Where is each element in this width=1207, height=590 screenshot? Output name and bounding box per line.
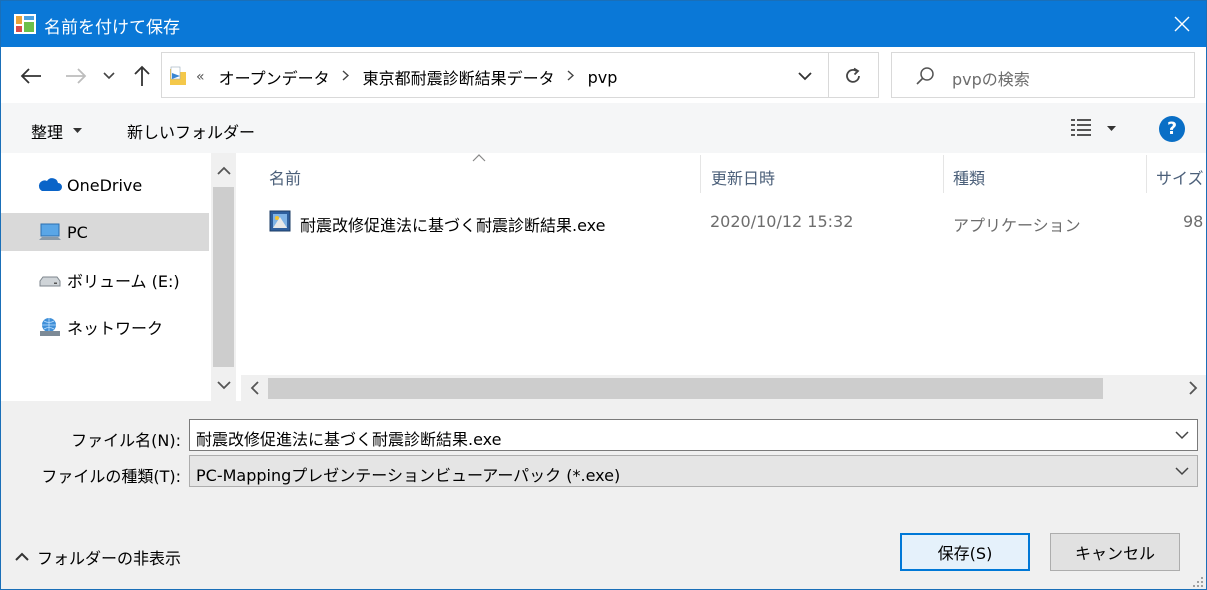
caret-down-icon [1107,126,1116,131]
address-bar[interactable]: « オープンデータ 東京都耐震診断結果データ pvp [161,52,879,98]
column-header-modified[interactable]: 更新日時 [711,165,775,189]
filename-value: 耐震改修促進法に基づく耐震診断結果.exe [196,430,502,449]
network-icon [40,318,60,336]
breadcrumb-item[interactable]: オープンデータ [219,65,330,89]
nav-item-label: ボリューム (E:) [67,272,180,291]
file-list-scrollbar[interactable] [241,375,1206,401]
filetype-select[interactable]: PC-Mappingプレゼンテーションビューアーパック (*.exe) [189,455,1198,487]
chevron-right-icon[interactable] [567,69,574,85]
save-button[interactable]: 保存(S) [900,533,1030,571]
file-type: アプリケーション [953,216,1081,235]
filetype-label: ファイルの種類(T): [41,467,181,486]
refresh-icon [846,67,860,83]
column-divider[interactable] [943,155,944,193]
scroll-right-icon[interactable] [1185,379,1201,397]
file-modified: 2020/10/12 15:32 [710,212,854,231]
search-icon [916,67,934,85]
breadcrumb-item[interactable]: pvp [588,68,618,87]
caret-down-icon [73,128,83,133]
divider [828,53,829,97]
chevron-right-icon[interactable] [342,69,349,85]
file-list: 名前 更新日時 種類 サイズ 耐震改修促進法に基づく耐震診断結果.exe 202… [236,153,1206,401]
window-title: 名前を付けて保存 [44,18,180,38]
forward-button[interactable] [63,63,89,89]
save-as-dialog: 名前を付けて保存 « オープンデータ 東京都耐震診断結果データ pvp pvpの… [0,0,1207,590]
arrow-up-icon [134,65,150,86]
folder-icon [170,66,186,85]
chevron-down-icon [103,72,115,80]
nav-item-volume-e[interactable]: ボリューム (E:) [1,261,209,299]
cancel-button[interactable]: キャンセル [1050,533,1180,571]
computer-icon [39,223,61,240]
column-header-size[interactable]: サイズ [1156,165,1204,189]
file-size: 98 [1183,212,1204,231]
column-divider[interactable] [1146,155,1147,193]
scroll-up-icon[interactable] [215,163,233,179]
arrow-right-icon [66,68,87,84]
chevron-down-icon[interactable] [1174,428,1190,442]
recent-locations-button[interactable] [98,63,120,89]
organize-button[interactable]: 整理 [31,119,83,143]
nav-item-pc[interactable]: PC [1,213,209,251]
filename-input[interactable]: 耐震改修促進法に基づく耐震診断結果.exe [189,419,1198,451]
breadcrumb-item[interactable]: 東京都耐震診断結果データ [363,65,555,89]
close-icon [1174,16,1190,32]
help-icon[interactable]: ? [1159,116,1185,142]
hide-folders-button[interactable]: フォルダーの非表示 [15,545,181,569]
sort-ascending-icon [472,154,486,162]
nav-item-label: PC [67,222,88,242]
search-box[interactable]: pvpの検索 [891,52,1195,98]
refresh-button[interactable] [838,63,868,89]
nav-item-network[interactable]: ネットワーク [1,308,209,346]
up-button[interactable] [129,63,155,89]
scrollbar-thumb[interactable] [268,378,1103,399]
column-header-type[interactable]: 種類 [953,165,985,189]
filetype-value: PC-Mappingプレゼンテーションビューアーパック (*.exe) [196,466,621,485]
navigation-pane: OneDrive PC ボリューム (E:) ネットワーク [1,153,211,401]
breadcrumb: « オープンデータ 東京都耐震診断結果データ pvp [196,65,617,89]
breadcrumb-overflow[interactable]: « [196,69,205,85]
hide-folders-label: フォルダーの非表示 [37,549,182,568]
title-bar: 名前を付けて保存 [1,1,1206,47]
address-dropdown-button[interactable] [792,63,818,89]
command-bar: 整理 新しいフォルダー ? [1,103,1206,153]
resize-grip-icon[interactable] [1191,575,1205,589]
scroll-left-icon[interactable] [247,379,263,397]
back-button[interactable] [18,63,44,89]
exe-file-icon [269,210,291,232]
app-icon [14,14,36,34]
chevron-down-icon [798,71,812,80]
details-view-icon [1071,119,1091,136]
organize-label: 整理 [31,123,64,142]
view-options-button[interactable] [1069,117,1121,141]
filename-label: ファイル名(N): [71,431,181,450]
nav-item-label: OneDrive [67,175,143,195]
drive-icon [39,276,61,287]
table-row[interactable]: 耐震改修促進法に基づく耐震診断結果.exe 2020/10/12 15:32 ア… [260,205,1206,237]
new-folder-button[interactable]: 新しいフォルダー [127,119,255,143]
column-header-name[interactable]: 名前 [269,165,301,189]
nav-item-label: ネットワーク [67,319,164,338]
search-input[interactable]: pvpの検索 [952,66,1030,90]
navigation-bar: « オープンデータ 東京都耐震診断結果データ pvp pvpの検索 [1,47,1206,103]
column-divider[interactable] [700,155,701,193]
cloud-icon [38,178,62,191]
close-button[interactable] [1159,1,1205,47]
navigation-pane-scrollbar[interactable] [211,153,236,401]
file-name: 耐震改修促進法に基づく耐震診断結果.exe [300,216,606,235]
nav-item-onedrive[interactable]: OneDrive [1,166,209,204]
scrollbar-thumb[interactable] [213,187,234,367]
scroll-down-icon[interactable] [215,377,233,393]
arrow-left-icon [20,68,41,84]
chevron-up-icon [15,552,29,561]
chevron-down-icon[interactable] [1174,464,1190,478]
